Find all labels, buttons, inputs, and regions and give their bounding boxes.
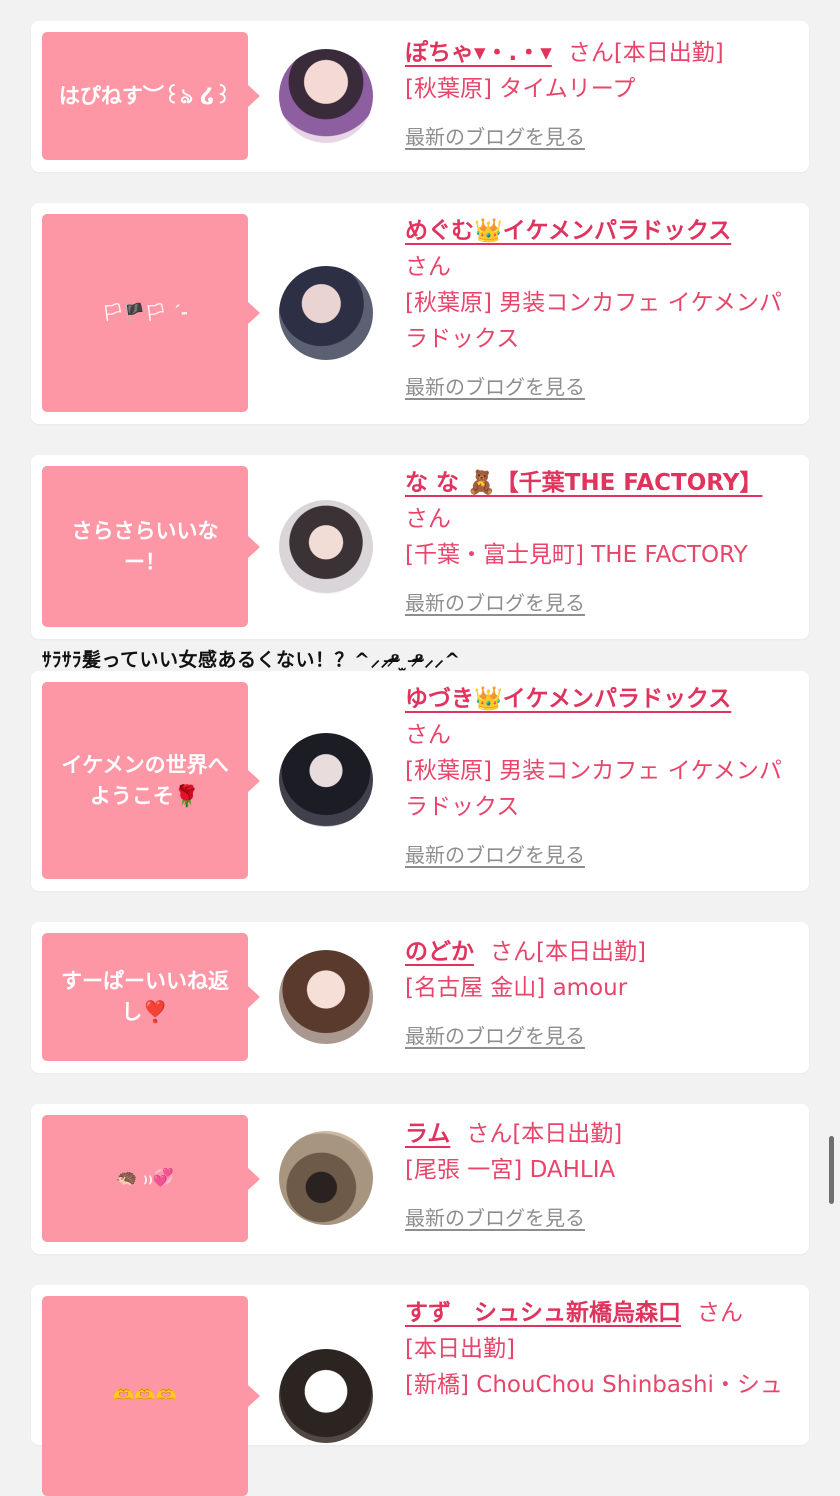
user-name-link[interactable]: めぐむ👑イケメンパラドックス bbox=[405, 218, 731, 244]
comment-bubble: すーぱーいいね返し❣️ bbox=[42, 933, 260, 1061]
latest-blog-link[interactable]: 最新のブログを見る bbox=[405, 119, 585, 155]
latest-blog-link[interactable]: 最新のブログを見る bbox=[405, 1200, 585, 1236]
scrollbar[interactable] bbox=[829, 1136, 834, 1204]
user-card: すーぱーいいね返し❣️ のどか さん[本日出勤] [名古屋 金山] amour 最… bbox=[31, 922, 809, 1073]
comment-bubble: 🦔 ₎₎💞 bbox=[42, 1115, 260, 1242]
user-card: はぴねす︶꒰ঌ ໒꒱ ぽちゃ▾・.・▾ さん[本日出勤] [秋葉原] タイムリープ… bbox=[31, 21, 809, 172]
user-card: さらさらいいなー！ な な 🧸【千葉THE FACTORY】 さん [千葉・富士… bbox=[31, 455, 809, 639]
user-info: ぽちゃ▾・.・▾ さん[本日出勤] [秋葉原] タイムリープ 最新のブログを見る bbox=[405, 35, 791, 155]
latest-blog-link[interactable]: 最新のブログを見る bbox=[405, 1018, 585, 1054]
user-card: 🫶🫶🫶 すず シュシュ新橋烏森口 さん [本日出勤] [新橋] ChouChou … bbox=[31, 1285, 809, 1496]
avatar[interactable] bbox=[279, 49, 373, 143]
shop-label: [秋葉原] 男装コンカフェ イケメンパラドックス bbox=[405, 290, 782, 352]
shop-label: [名古屋 金山] amour bbox=[405, 975, 628, 1001]
user-card: 🦔 ₎₎💞 ラム さん[本日出勤] [尾張 一宮] DAHLIA 最新のブログを見… bbox=[31, 1104, 809, 1254]
user-info: すず シュシュ新橋烏森口 さん [本日出勤] [新橋] ChouChou Shin… bbox=[405, 1295, 791, 1403]
san-label: さん bbox=[405, 722, 451, 748]
user-name-link[interactable]: ぽちゃ▾・.・▾ bbox=[405, 40, 552, 66]
comment-bubble: さらさらいいなー！ bbox=[42, 466, 260, 627]
shop-label: [秋葉原] タイムリープ bbox=[405, 76, 636, 102]
shop-label: [秋葉原] 男装コンカフェ イケメンパラドックス bbox=[405, 758, 782, 820]
user-name-link[interactable]: ラム bbox=[405, 1121, 450, 1147]
user-name-link[interactable]: すず シュシュ新橋烏森口 bbox=[405, 1300, 681, 1326]
comment-bubble: 🫶🫶🫶 bbox=[42, 1296, 260, 1496]
san-label: さん bbox=[405, 254, 451, 280]
san-label: さん bbox=[405, 506, 451, 532]
shop-label: [尾張 一宮] DAHLIA bbox=[405, 1157, 616, 1183]
avatar[interactable] bbox=[279, 733, 373, 827]
user-name-link[interactable]: ゆづき👑イケメンパラドックス bbox=[405, 686, 731, 712]
shop-label: [千葉・富士見町] THE FACTORY bbox=[405, 542, 748, 568]
status-badge: [本日出勤] bbox=[613, 40, 724, 66]
avatar[interactable] bbox=[279, 266, 373, 360]
user-info: な な 🧸【千葉THE FACTORY】 さん [千葉・富士見町] THE FA… bbox=[405, 465, 791, 621]
avatar[interactable] bbox=[279, 950, 373, 1044]
avatar[interactable] bbox=[279, 1131, 373, 1225]
san-label: さん bbox=[490, 939, 536, 965]
avatar[interactable] bbox=[279, 500, 373, 594]
user-info: めぐむ👑イケメンパラドックス さん [秋葉原] 男装コンカフェ イケメンパラドッ… bbox=[405, 213, 791, 405]
user-info: のどか さん[本日出勤] [名古屋 金山] amour 最新のブログを見る bbox=[405, 934, 791, 1054]
blog-like-list: はぴねす︶꒰ঌ ໒꒱ ぽちゃ▾・.・▾ さん[本日出勤] [秋葉原] タイムリープ… bbox=[0, 0, 840, 1496]
comment-bubble: はぴねす︶꒰ঌ ໒꒱ bbox=[42, 32, 260, 160]
latest-blog-link[interactable]: 最新のブログを見る bbox=[405, 837, 585, 873]
san-label: さん bbox=[567, 40, 614, 66]
avatar[interactable] bbox=[279, 1349, 373, 1443]
comment-bubble: 🏳🏴🏳 ˊ- bbox=[42, 214, 260, 412]
shop-label: [新橋] ChouChou Shinbashi・シュ bbox=[405, 1372, 783, 1398]
comment-bubble: イケメンの世界へようこそ🌹 bbox=[42, 682, 260, 879]
user-info: ラム さん[本日出勤] [尾張 一宮] DAHLIA 最新のブログを見る bbox=[405, 1116, 791, 1236]
user-card: イケメンの世界へようこそ🌹 ゆづき👑イケメンパラドックス さん [秋葉原] 男装… bbox=[31, 671, 809, 891]
status-badge: [本日出勤] bbox=[536, 939, 646, 965]
user-name-link[interactable]: な な 🧸【千葉THE FACTORY】 bbox=[405, 470, 762, 496]
latest-blog-link[interactable]: 最新のブログを見る bbox=[405, 369, 585, 405]
user-name-link[interactable]: のどか bbox=[405, 939, 474, 965]
status-badge: [本日出勤] bbox=[512, 1121, 623, 1147]
latest-blog-link[interactable]: 最新のブログを見る bbox=[405, 585, 585, 621]
san-label: さん bbox=[466, 1121, 513, 1147]
status-badge: [本日出勤] bbox=[405, 1336, 515, 1362]
san-label: さん bbox=[697, 1300, 743, 1326]
caption-text: ｻﾗｻﾗ髪っていい女感あるくない！？^⸝⸝ᵒ̴̶̷ ̫ ᵒ̴̶̷⸝⸝^ bbox=[42, 649, 461, 671]
user-info: ゆづき👑イケメンパラドックス さん [秋葉原] 男装コンカフェ イケメンパラドッ… bbox=[405, 681, 791, 873]
user-card: 🏳🏴🏳 ˊ- めぐむ👑イケメンパラドックス さん [秋葉原] 男装コンカフェ イ… bbox=[31, 203, 809, 424]
